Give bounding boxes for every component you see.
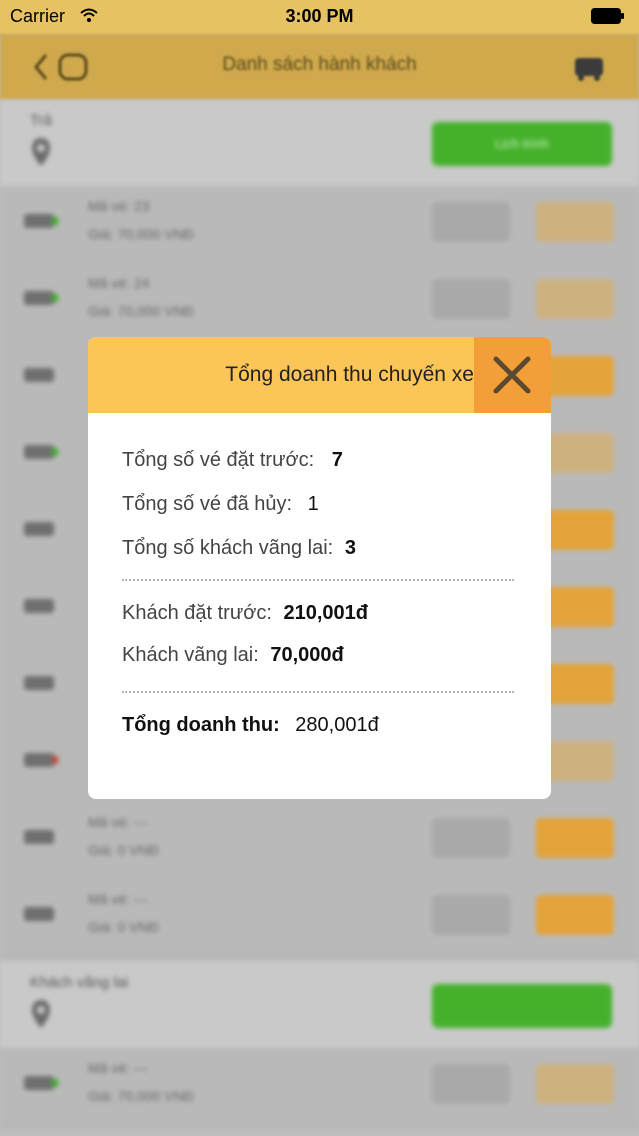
walk-in-count-label: Tổng số khách vãng lai: bbox=[122, 537, 334, 559]
map-pin-icon bbox=[32, 138, 50, 166]
schedule-button[interactable]: Lịch trình bbox=[432, 122, 612, 166]
nav-title: Danh sách hành khách bbox=[222, 54, 417, 75]
table-row[interactable]: Mã vé: 23 Giá: 70,000 VNĐ bbox=[0, 186, 639, 264]
row-secondary-button[interactable] bbox=[432, 895, 510, 935]
dialog-title: Tổng doanh thu chuyến xe bbox=[225, 363, 474, 386]
ticket-price: Giá: 0 VNĐ bbox=[88, 842, 159, 858]
ticket-code: Mã vé: --- bbox=[88, 814, 148, 830]
section-drop-off: Trả Lịch trình bbox=[0, 100, 639, 186]
walk-in-count-value: 3 bbox=[344, 537, 356, 559]
ticket-code: Mã vé: 24 bbox=[88, 275, 150, 291]
total-revenue-value: 280,001đ bbox=[295, 714, 379, 736]
ticket-price: Giá: 70,000 VNĐ bbox=[88, 303, 194, 319]
prebooked-revenue-row: Khách đặt trước: 210,001đ bbox=[122, 602, 368, 625]
ticket-code: Mã vé: --- bbox=[88, 891, 148, 907]
prebooked-count-row: Tổng số vé đặt trước: 7 bbox=[122, 449, 343, 472]
row-action-button[interactable] bbox=[536, 202, 614, 242]
cancelled-count-value: 1 bbox=[307, 493, 319, 515]
table-row[interactable]: Mã vé: --- Giá: 0 VNĐ bbox=[0, 802, 639, 880]
seat-icon bbox=[24, 214, 58, 228]
ticket-code: Mã vé: 23 bbox=[88, 198, 150, 214]
seat-icon bbox=[24, 522, 54, 536]
ticket-price: Giá: 0 VNĐ bbox=[88, 919, 159, 935]
cancelled-count-label: Tổng số vé đã hủy: bbox=[122, 493, 293, 515]
close-button[interactable] bbox=[474, 337, 551, 413]
status-bar: Carrier 3:00 PM bbox=[0, 0, 639, 34]
map-pin-icon bbox=[32, 1000, 50, 1028]
table-row[interactable]: Mã vé: --- Giá: 0 VNĐ bbox=[0, 879, 639, 957]
prebooked-count-label: Tổng số vé đặt trước: bbox=[122, 449, 315, 471]
walk-in-revenue-value: 70,000đ bbox=[270, 644, 344, 666]
row-secondary-button[interactable] bbox=[432, 1064, 510, 1104]
ticket-code: Mã vé: --- bbox=[88, 1060, 148, 1076]
nav-bar: Danh sách hành khách bbox=[0, 34, 639, 100]
seat-icon bbox=[24, 1076, 58, 1090]
seat-icon bbox=[24, 445, 58, 459]
seat-icon bbox=[24, 599, 54, 613]
close-icon[interactable] bbox=[492, 355, 532, 395]
row-action-button[interactable] bbox=[536, 279, 614, 319]
prebooked-count-value: 7 bbox=[331, 449, 343, 471]
walk-in-count-row: Tổng số khách vãng lai: 3 bbox=[122, 537, 356, 560]
row-action-button[interactable] bbox=[536, 895, 614, 935]
divider bbox=[122, 579, 514, 581]
divider bbox=[122, 691, 514, 693]
row-action-button[interactable] bbox=[536, 818, 614, 858]
walk-in-revenue-row: Khách vãng lai: 70,000đ bbox=[122, 644, 344, 667]
status-time: 3:00 PM bbox=[285, 6, 354, 26]
seat-icon bbox=[24, 830, 54, 844]
total-revenue-row: Tổng doanh thu: 280,001đ bbox=[122, 714, 379, 737]
row-secondary-button[interactable] bbox=[432, 818, 510, 858]
prebooked-revenue-value: 210,001đ bbox=[283, 602, 368, 624]
seat-icon bbox=[24, 753, 58, 767]
row-secondary-button[interactable] bbox=[432, 202, 510, 242]
revenue-summary-dialog: Tổng doanh thu chuyến xe Tổng số vé đặt … bbox=[88, 337, 551, 799]
walk-in-revenue-label: Khách vãng lai: bbox=[122, 644, 259, 666]
section-label: Trả bbox=[30, 112, 52, 129]
ticket-price: Giá: 70,000 VNĐ bbox=[88, 226, 194, 242]
section-walk-in: Khách vãng lai bbox=[0, 962, 639, 1048]
seat-icon bbox=[24, 676, 54, 690]
row-secondary-button[interactable] bbox=[432, 279, 510, 319]
battery-icon bbox=[591, 8, 624, 24]
row-action-button[interactable] bbox=[536, 1064, 614, 1104]
bus-icon[interactable] bbox=[569, 48, 609, 84]
add-walk-in-button[interactable] bbox=[432, 984, 612, 1028]
section-label: Khách vãng lai bbox=[30, 974, 129, 991]
seat-icon bbox=[24, 907, 54, 921]
table-row[interactable]: Mã vé: --- Giá: 70,000 VNĐ bbox=[0, 1048, 639, 1126]
dialog-header: Tổng doanh thu chuyến xe bbox=[88, 337, 551, 413]
ticket-price: Giá: 70,000 VNĐ bbox=[88, 1088, 194, 1104]
seat-icon bbox=[24, 368, 54, 382]
total-revenue-label: Tổng doanh thu: bbox=[122, 714, 280, 736]
prebooked-revenue-label: Khách đặt trước: bbox=[122, 602, 272, 624]
seat-icon bbox=[24, 291, 58, 305]
cancelled-count-row: Tổng số vé đã hủy: 1 bbox=[122, 493, 319, 516]
table-row[interactable]: Mã vé: 24 Giá: 70,000 VNĐ bbox=[0, 263, 639, 341]
